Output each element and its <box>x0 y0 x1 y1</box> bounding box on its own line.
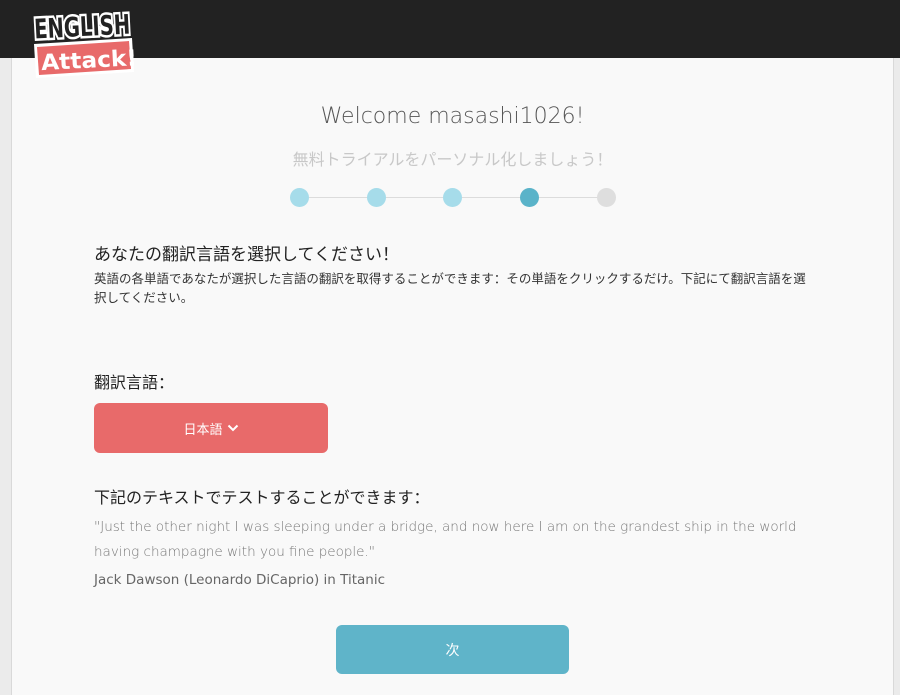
test-heading: 下記のテキストでテストすることができます： <box>94 488 430 507</box>
language-dropdown[interactable]: 日本語 <box>94 403 328 453</box>
quote-source: Jack Dawson (Leonardo DiCaprio) in Titan… <box>94 572 386 588</box>
onboarding-panel: Welcome masashi1026! 無料トライアルをパーソナル化しましょう… <box>11 58 894 695</box>
section-heading: あなたの翻訳言語を選択してください！ <box>94 245 399 265</box>
english-attack-logo[interactable]: ENGLISH Attack! <box>28 2 146 78</box>
language-label: 翻訳言語： <box>94 373 175 392</box>
next-button[interactable]: 次 <box>336 625 569 674</box>
progress-stepper <box>290 188 616 208</box>
step-5 <box>597 188 616 207</box>
step-3 <box>443 188 462 207</box>
next-button-label: 次 <box>445 642 460 659</box>
chevron-down-icon <box>227 424 238 432</box>
step-1 <box>290 188 309 207</box>
welcome-title: Welcome masashi1026! <box>320 104 585 129</box>
sample-quote: "Just the other night I was sleeping und… <box>94 519 797 560</box>
logo-line-2: Attack! <box>40 46 137 76</box>
step-2 <box>367 188 386 207</box>
section-description: 英語の各単語であなたが選択した言語の翻訳を取得することができます：その単語をクリ… <box>94 271 806 305</box>
language-selected-value: 日本語 <box>183 422 223 438</box>
step-4-current <box>520 188 539 207</box>
welcome-subtitle: 無料トライアルをパーソナル化しましょう！ <box>292 150 613 169</box>
